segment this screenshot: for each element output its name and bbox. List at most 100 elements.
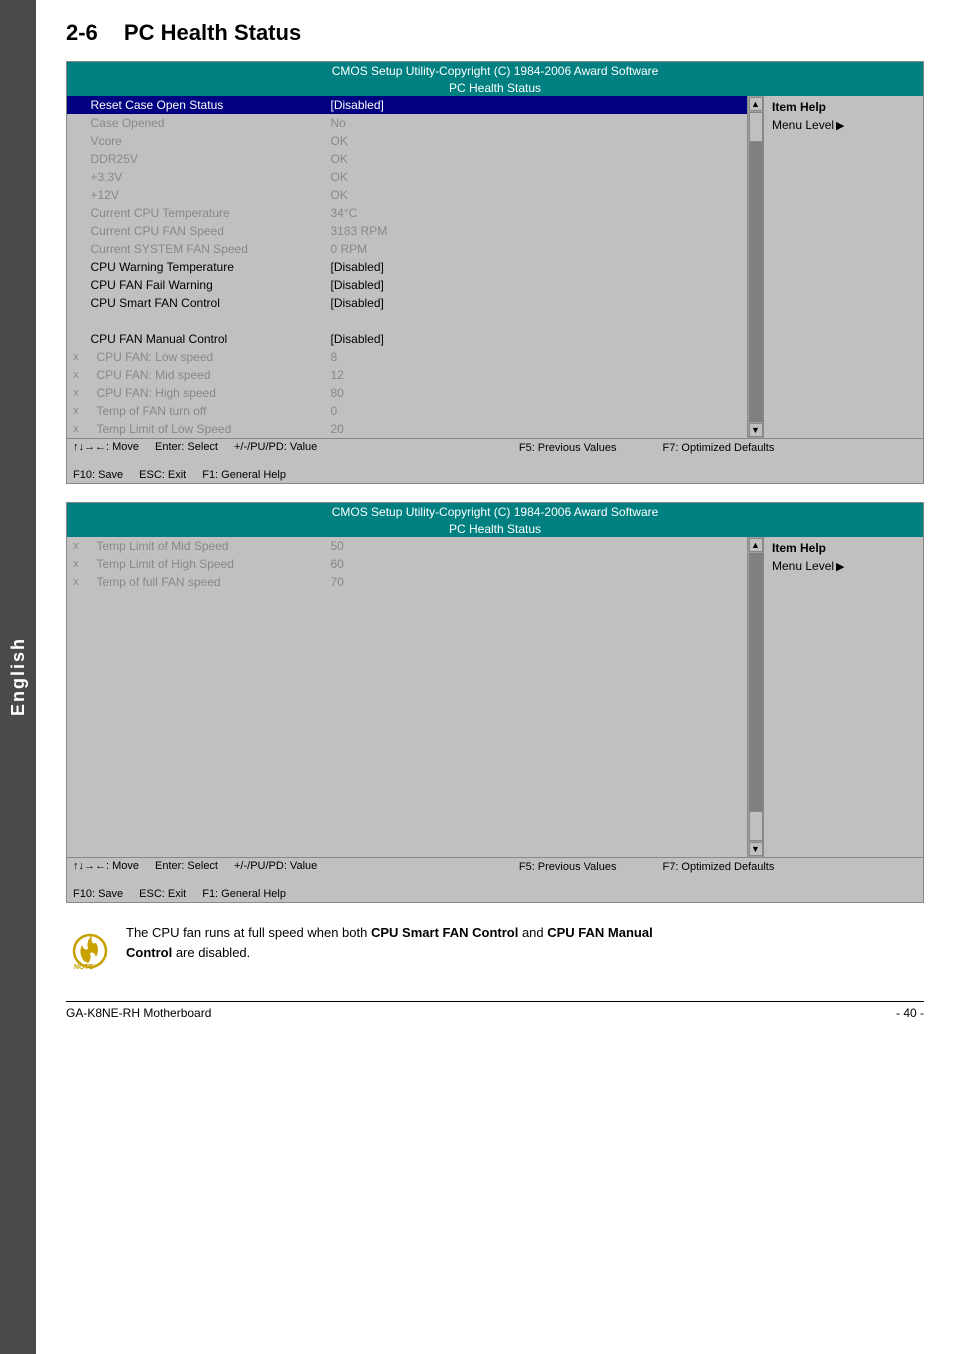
bios-main-1: Reset Case Open Status[Disabled]Case Ope…: [67, 96, 747, 438]
main-content: 2-6 PC Health Status CMOS Setup Utility-…: [36, 0, 954, 1040]
row-label: Temp of full FAN speed: [85, 573, 325, 591]
row-label: Temp of FAN turn off: [85, 402, 325, 420]
row-value: 3183 RPM: [325, 222, 748, 240]
menu-level-label-2: Menu Level: [772, 559, 834, 573]
row-x-indicator: [67, 240, 85, 258]
footer-esc-1: ESC: Exit: [139, 469, 186, 481]
row-label: +12V: [85, 186, 325, 204]
row-x-indicator: [67, 150, 85, 168]
table-row: [67, 312, 747, 330]
note-icon: NOTE: [66, 923, 114, 971]
row-label: CPU FAN Fail Warning: [85, 276, 325, 294]
row-value: [325, 312, 748, 330]
row-value: 60: [325, 555, 748, 573]
bottom-bar: GA-K8NE-RH Motherboard - 40 -: [66, 1001, 924, 1020]
bios-copyright-2: CMOS Setup Utility-Copyright (C) 1984-20…: [67, 503, 923, 521]
scroll-track-2: [749, 553, 763, 841]
note-text: The CPU fan runs at full speed when both…: [126, 923, 653, 962]
page-title: PC Health Status: [124, 20, 301, 45]
row-x-indicator: x: [67, 573, 85, 591]
table-row: +12VOK: [67, 186, 747, 204]
row-value: 34°C: [325, 204, 748, 222]
row-value: [Disabled]: [325, 258, 748, 276]
note-bold-1: CPU Smart FAN Control: [371, 925, 518, 940]
table-row: Current SYSTEM FAN Speed0 RPM: [67, 240, 747, 258]
sidebar-label: English: [8, 637, 29, 716]
footer-f5-2: F5: Previous Values: [519, 861, 617, 900]
table-row: Current CPU Temperature34°C: [67, 204, 747, 222]
table-row: xTemp Limit of Low Speed20: [67, 420, 747, 438]
row-label: Temp Limit of High Speed: [85, 555, 325, 573]
bios-panel-2: CMOS Setup Utility-Copyright (C) 1984-20…: [66, 502, 924, 903]
row-x-indicator: [67, 96, 85, 114]
row-x-indicator: x: [67, 348, 85, 366]
footer-value-1: +/-/PU/PD: Value: [234, 441, 317, 453]
bios-footer-2: ↑↓→←: Move Enter: Select +/-/PU/PD: Valu…: [67, 857, 923, 902]
row-label: Current CPU Temperature: [85, 204, 325, 222]
row-value: OK: [325, 132, 748, 150]
row-value: 50: [325, 537, 748, 555]
bios-body-1: Reset Case Open Status[Disabled]Case Ope…: [67, 96, 923, 438]
row-value: OK: [325, 186, 748, 204]
row-x-indicator: [67, 312, 85, 330]
bios-panel-1: CMOS Setup Utility-Copyright (C) 1984-20…: [66, 61, 924, 484]
footer-f7-2: F7: Optimized Defaults: [662, 861, 774, 900]
note-bold-3: Control: [126, 945, 172, 960]
note-section: NOTE The CPU fan runs at full speed when…: [66, 923, 924, 971]
row-label: Vcore: [85, 132, 325, 150]
table-row: CPU FAN Manual Control[Disabled]: [67, 330, 747, 348]
scrollbar-2[interactable]: ▲ ▼: [747, 537, 763, 857]
row-value: [Disabled]: [325, 294, 748, 312]
table-row: Current CPU FAN Speed3183 RPM: [67, 222, 747, 240]
table-row: xTemp of full FAN speed70: [67, 573, 747, 591]
footer-esc-2: ESC: Exit: [139, 888, 186, 900]
row-value: 8: [325, 348, 748, 366]
footer-move-2: ↑↓→←: Move: [73, 860, 139, 872]
svg-text:NOTE: NOTE: [74, 964, 94, 971]
row-value: [Disabled]: [325, 330, 748, 348]
scroll-down-1[interactable]: ▼: [749, 423, 763, 437]
bios-footer-1: ↑↓→←: Move Enter: Select +/-/PU/PD: Valu…: [67, 438, 923, 483]
row-label: CPU FAN: Low speed: [85, 348, 325, 366]
bios-body-2: xTemp Limit of Mid Speed50 xTemp Limit of…: [67, 537, 923, 857]
row-value: 0: [325, 402, 748, 420]
note-bold-2: CPU FAN Manual: [547, 925, 652, 940]
table-row[interactable]: Reset Case Open Status[Disabled]: [67, 96, 747, 114]
row-label: Current SYSTEM FAN Speed: [85, 240, 325, 258]
scrollbar-1[interactable]: ▲ ▼: [747, 96, 763, 438]
footer-f7-1: F7: Optimized Defaults: [662, 442, 774, 481]
bios-subtitle-2: PC Health Status: [67, 521, 923, 537]
row-x-indicator: x: [67, 555, 85, 573]
scroll-up-2[interactable]: ▲: [749, 538, 763, 552]
table-row: VcoreOK: [67, 132, 747, 150]
row-x-indicator: [67, 222, 85, 240]
row-label: Temp Limit of Low Speed: [85, 420, 325, 438]
footer-row-1b: F5: Previous Values F7: Optimized Defaul…: [376, 442, 917, 481]
scroll-up-1[interactable]: ▲: [749, 97, 763, 111]
bios-table-2: xTemp Limit of Mid Speed50 xTemp Limit of…: [67, 537, 747, 591]
row-label: Case Opened: [85, 114, 325, 132]
table-row: xCPU FAN: High speed80: [67, 384, 747, 402]
row-x-indicator: [67, 258, 85, 276]
help-menu-1: Menu Level ▶: [772, 118, 915, 132]
row-value: 20: [325, 420, 748, 438]
row-x-indicator: [67, 330, 85, 348]
scroll-thumb-2: [749, 811, 763, 841]
row-label: [85, 312, 325, 330]
footer-row-2: ↑↓→←: Move Enter: Select +/-/PU/PD: Valu…: [73, 860, 376, 900]
table-row: CPU Smart FAN Control[Disabled]: [67, 294, 747, 312]
scroll-down-2[interactable]: ▼: [749, 842, 763, 856]
row-x-indicator: x: [67, 366, 85, 384]
table-row: CPU Warning Temperature[Disabled]: [67, 258, 747, 276]
footer-enter-1: Enter: Select: [155, 441, 218, 453]
row-label: Temp Limit of Mid Speed: [85, 537, 325, 555]
row-label: CPU FAN Manual Control: [85, 330, 325, 348]
row-x-indicator: [67, 114, 85, 132]
footer-row-2b: F5: Previous Values F7: Optimized Defaul…: [376, 861, 917, 900]
row-x-indicator: [67, 204, 85, 222]
section-title: 2-6 PC Health Status: [66, 20, 924, 46]
row-label: Current CPU FAN Speed: [85, 222, 325, 240]
row-value: OK: [325, 150, 748, 168]
table-row: CPU FAN Fail Warning[Disabled]: [67, 276, 747, 294]
row-value: OK: [325, 168, 748, 186]
